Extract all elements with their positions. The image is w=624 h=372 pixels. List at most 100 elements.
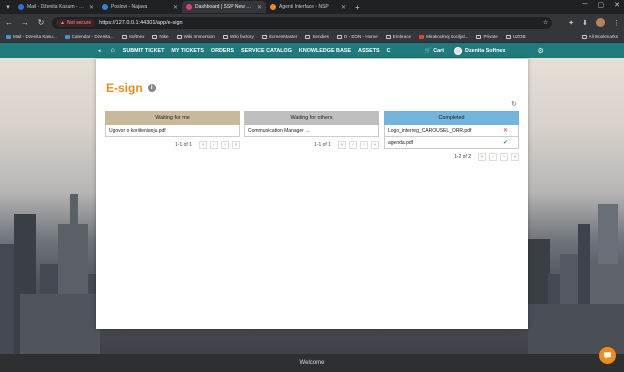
last-page-icon[interactable]: »	[371, 141, 379, 149]
pagination: 1-2 of 2 «‹ ›»	[384, 153, 519, 161]
nav-menu: SUBMIT TICKET MY TICKETS ORDERS SERVICE CAT…	[123, 48, 391, 54]
tab-search-icon[interactable]: ▾	[2, 1, 14, 13]
bookmark-star-icon[interactable]: ☆	[543, 20, 548, 26]
nav-item-service-catalog[interactable]: SERVICE CATALOG	[241, 48, 292, 54]
page-viewport: ◂ ⌂ SUBMIT TICKET MY TICKETS ORDERS SERVICE…	[0, 43, 624, 372]
prev-page-icon[interactable]: ‹	[349, 141, 357, 149]
nav-item-my-tickets[interactable]: MY TICKETS	[171, 48, 204, 54]
nav-item-c[interactable]: C	[387, 48, 391, 54]
document-row[interactable]: Communication Manager ...	[244, 125, 379, 137]
browser-tab-active[interactable]: Dashboard | SSP New York Re... ✕	[182, 1, 266, 13]
bookmark-item[interactable]: Private	[476, 34, 498, 39]
browser-tab[interactable]: Agenti Interface - NSP ✕	[266, 1, 350, 13]
browser-toolbar: ← → ↻ ▲ Not secure https://127.0.0.1:443…	[0, 14, 624, 31]
new-tab-button[interactable]: +	[350, 3, 365, 12]
settings-gear-icon[interactable]: ⚙	[537, 47, 543, 55]
close-tab-icon[interactable]: ✕	[341, 4, 346, 11]
prev-page-icon[interactable]: ‹	[489, 153, 497, 161]
warning-icon: ▲	[60, 19, 65, 26]
bookmark-item[interactable]: UZOB	[505, 34, 526, 39]
forward-icon[interactable]: →	[20, 18, 30, 27]
url-text[interactable]: https://127.0.0.1:44301/app/e-sign	[99, 20, 539, 26]
pagination: 1-1 of 1 «‹ ›»	[105, 141, 240, 149]
close-tab-icon[interactable]: ✕	[89, 4, 94, 11]
page-title: E-sign i	[106, 81, 156, 95]
next-page-icon[interactable]: ›	[360, 141, 368, 149]
maximize-icon[interactable]: ▢	[598, 1, 605, 9]
document-row[interactable]: Logo_interreg_CAROUSEL_ORR.pdf ✕	[384, 125, 519, 137]
profile-avatar[interactable]	[596, 18, 605, 27]
next-page-icon[interactable]: ›	[221, 141, 229, 149]
site-favicon-icon	[270, 4, 276, 10]
first-page-icon[interactable]: «	[338, 141, 346, 149]
extensions-icon[interactable]: ✦	[568, 19, 574, 27]
site-favicon-icon	[186, 4, 192, 10]
first-page-icon[interactable]: «	[199, 141, 207, 149]
bookmark-item[interactable]: Embrace	[385, 34, 411, 39]
bookmarks-bar: Mail - Dzenita Kasu... Calendar - Dzenita…	[0, 31, 624, 43]
app-navbar: ◂ ⌂ SUBMIT TICKET MY TICKETS ORDERS SERVICE…	[0, 43, 624, 58]
nav-item-knowledge-base[interactable]: KNOWLEDGE BASE	[299, 48, 351, 54]
help-icon[interactable]: i	[147, 84, 156, 92]
bookmark-item[interactable]: ScreenMaster	[261, 34, 297, 39]
document-row[interactable]: agenda.pdf ✔	[384, 137, 519, 149]
signed-check-icon: ✔	[502, 140, 508, 146]
prev-page-icon[interactable]: ‹	[210, 141, 218, 149]
browser-tab[interactable]: Poslovi - Najava ✕	[98, 1, 182, 13]
back-icon[interactable]: ←	[4, 18, 14, 27]
nav-item-orders[interactable]: ORDERS	[211, 48, 234, 54]
first-page-icon[interactable]: «	[478, 153, 486, 161]
chat-button[interactable]	[599, 347, 616, 364]
close-tab-icon[interactable]: ✕	[257, 4, 262, 11]
bookmark-item[interactable]: D - EON - Home	[336, 34, 378, 39]
nav-item-assets[interactable]: ASSETS	[358, 48, 380, 54]
all-bookmarks-button[interactable]: All Bookmarks	[581, 34, 618, 39]
address-bar[interactable]: ▲ Not secure https://127.0.0.1:44301/app…	[52, 16, 552, 29]
outlook-favicon-icon	[18, 4, 24, 10]
bookmark-favicon-icon	[64, 34, 70, 39]
bookmark-item[interactable]: Sendies	[305, 34, 329, 39]
user-menu[interactable]: Dzenita Softnex	[454, 46, 505, 55]
cart-button[interactable]: 🛒 Cart	[425, 48, 445, 54]
nav-item-submit-ticket[interactable]: SUBMIT TICKET	[123, 48, 165, 54]
folder-icon	[581, 34, 587, 39]
cart-icon: 🛒	[424, 47, 432, 54]
minimize-icon[interactable]: ─	[583, 1, 588, 9]
last-page-icon[interactable]: »	[511, 153, 519, 161]
document-row[interactable]: Ugovor o koriitenianju.pdf	[105, 125, 240, 137]
bookmark-item[interactable]: Wiki factory	[223, 34, 254, 39]
reload-icon[interactable]: ↻	[36, 18, 46, 27]
bookmark-item[interactable]: Calendar - Dzenita...	[64, 34, 114, 39]
home-icon[interactable]: ⌂	[111, 47, 115, 54]
bookmark-item[interactable]: Wiki Immersion	[176, 34, 215, 39]
pagination-range: 1-2 of 2	[454, 154, 471, 160]
folder-icon	[505, 34, 511, 39]
document-name: Communication Manager ...	[248, 127, 310, 134]
bookmark-item[interactable]: Nike	[152, 34, 169, 39]
pagination-range: 1-1 of 1	[175, 142, 192, 148]
download-icon[interactable]: ⬇	[582, 19, 588, 27]
footer-label: Welcome	[299, 360, 325, 366]
folder-icon	[223, 34, 228, 39]
close-tab-icon[interactable]: ✕	[173, 4, 178, 11]
menu-icon[interactable]: ⋮	[613, 19, 620, 27]
refresh-icon[interactable]: ↻	[511, 100, 517, 108]
user-avatar	[454, 46, 463, 55]
bookmark-item[interactable]: Softnex	[121, 34, 144, 39]
close-window-icon[interactable]: ✕	[614, 1, 620, 9]
site-favicon-icon	[102, 4, 108, 10]
esign-column-completed: Completed Logo_interreg_CAROUSEL_ORR.pdf ✕…	[384, 111, 519, 161]
esign-column-waiting-for-me: Waiting for me Ugovor o koriitenianju.pdf…	[105, 111, 240, 149]
bookmark-item[interactable]: Mirakoolnoj sociljal...	[419, 34, 468, 39]
rejected-x-icon: ✕	[502, 128, 508, 134]
pagination-range: 1-1 of 1	[314, 142, 331, 148]
tab-title: Mail - Dženita Kasum - Outlo...	[27, 4, 86, 10]
nav-scroll-left-icon[interactable]: ◂	[98, 48, 101, 54]
last-page-icon[interactable]: »	[232, 141, 240, 149]
chat-bubble-icon	[603, 352, 612, 360]
browser-tab[interactable]: Mail - Dženita Kasum - Outlo... ✕	[14, 1, 98, 13]
column-header: Waiting for others	[244, 111, 379, 125]
next-page-icon[interactable]: ›	[500, 153, 508, 161]
security-badge[interactable]: ▲ Not secure	[56, 18, 96, 27]
bookmark-item[interactable]: Mail - Dzenita Kasu...	[6, 34, 57, 39]
